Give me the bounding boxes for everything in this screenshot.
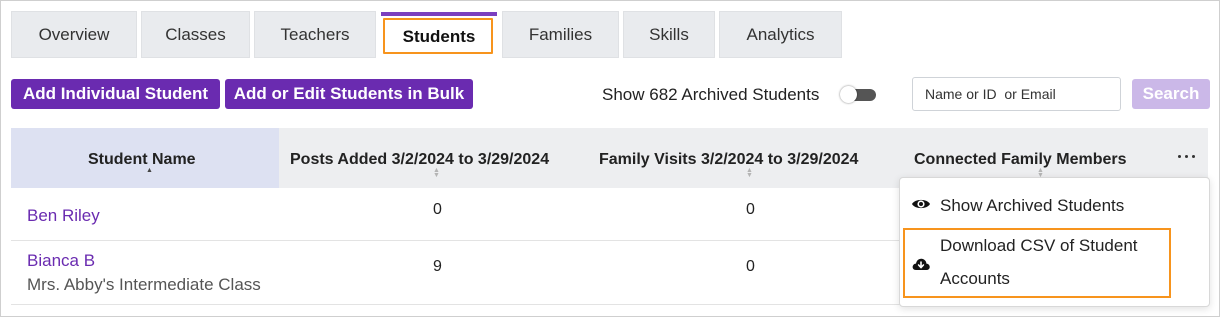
student-name-link[interactable]: Ben Riley — [27, 206, 100, 226]
sort-icon: ▲ ▼ — [746, 167, 753, 179]
column-header-student-name[interactable]: Student Name ▲ — [11, 128, 279, 188]
sort-asc-icon: ▲ — [146, 167, 153, 174]
menu-item-label: Show Archived Students — [940, 196, 1125, 215]
tab-families[interactable]: Families — [502, 11, 619, 58]
visits-count: 0 — [746, 258, 755, 275]
column-label: Posts Added 3/2/2024 to 3/29/2024 — [290, 151, 550, 168]
tab-label: Skills — [649, 24, 689, 44]
posts-count: 9 — [433, 258, 442, 275]
active-tab-indicator — [381, 12, 497, 16]
eye-icon — [912, 199, 930, 209]
toggle-knob — [840, 86, 857, 103]
sort-icon: ▲ ▼ — [433, 167, 440, 179]
column-label: Student Name — [88, 151, 196, 168]
add-individual-student-button[interactable]: Add Individual Student — [11, 79, 220, 109]
student-class-label: Mrs. Abby's Intermediate Class — [27, 275, 261, 294]
tab-label: Students — [402, 26, 476, 46]
tab-classes[interactable]: Classes — [141, 11, 250, 58]
column-header-family-visits[interactable]: Family Visits 3/2/2024 to 3/29/2024 ▲ ▼ — [583, 128, 905, 188]
tab-label: Classes — [165, 24, 226, 44]
archived-toggle-label: Show 682 Archived Students — [602, 85, 820, 104]
add-edit-bulk-button[interactable]: Add or Edit Students in Bulk — [225, 79, 473, 109]
tab-teachers[interactable]: Teachers — [254, 11, 376, 58]
search-button[interactable]: Search — [1132, 79, 1210, 109]
tab-students[interactable]: Students — [380, 11, 498, 58]
tab-skills[interactable]: Skills — [623, 11, 715, 58]
column-label: Family Visits 3/2/2024 to 3/29/2024 — [599, 151, 859, 168]
column-label: Connected Family Members — [914, 151, 1127, 168]
posts-count: 0 — [433, 201, 442, 218]
tab-overview[interactable]: Overview — [11, 11, 137, 58]
tab-label: Analytics — [746, 24, 815, 44]
archived-toggle[interactable] — [840, 86, 876, 103]
tab-analytics[interactable]: Analytics — [719, 11, 842, 58]
more-options-icon[interactable] — [1175, 144, 1199, 168]
options-dropdown-menu: Show Archived Students Download CSV of S… — [899, 177, 1210, 307]
student-name-link[interactable]: Bianca B — [27, 251, 95, 271]
search-input[interactable] — [912, 77, 1121, 111]
tab-label: Overview — [38, 24, 110, 44]
tab-label: Families — [528, 24, 593, 44]
visits-count: 0 — [746, 201, 755, 218]
menu-highlight-box — [903, 228, 1171, 298]
tab-label: Teachers — [280, 24, 350, 44]
column-header-posts-added[interactable]: Posts Added 3/2/2024 to 3/29/2024 ▲ ▼ — [279, 128, 583, 188]
menu-item-show-archived[interactable]: Show Archived Students — [900, 178, 1209, 228]
